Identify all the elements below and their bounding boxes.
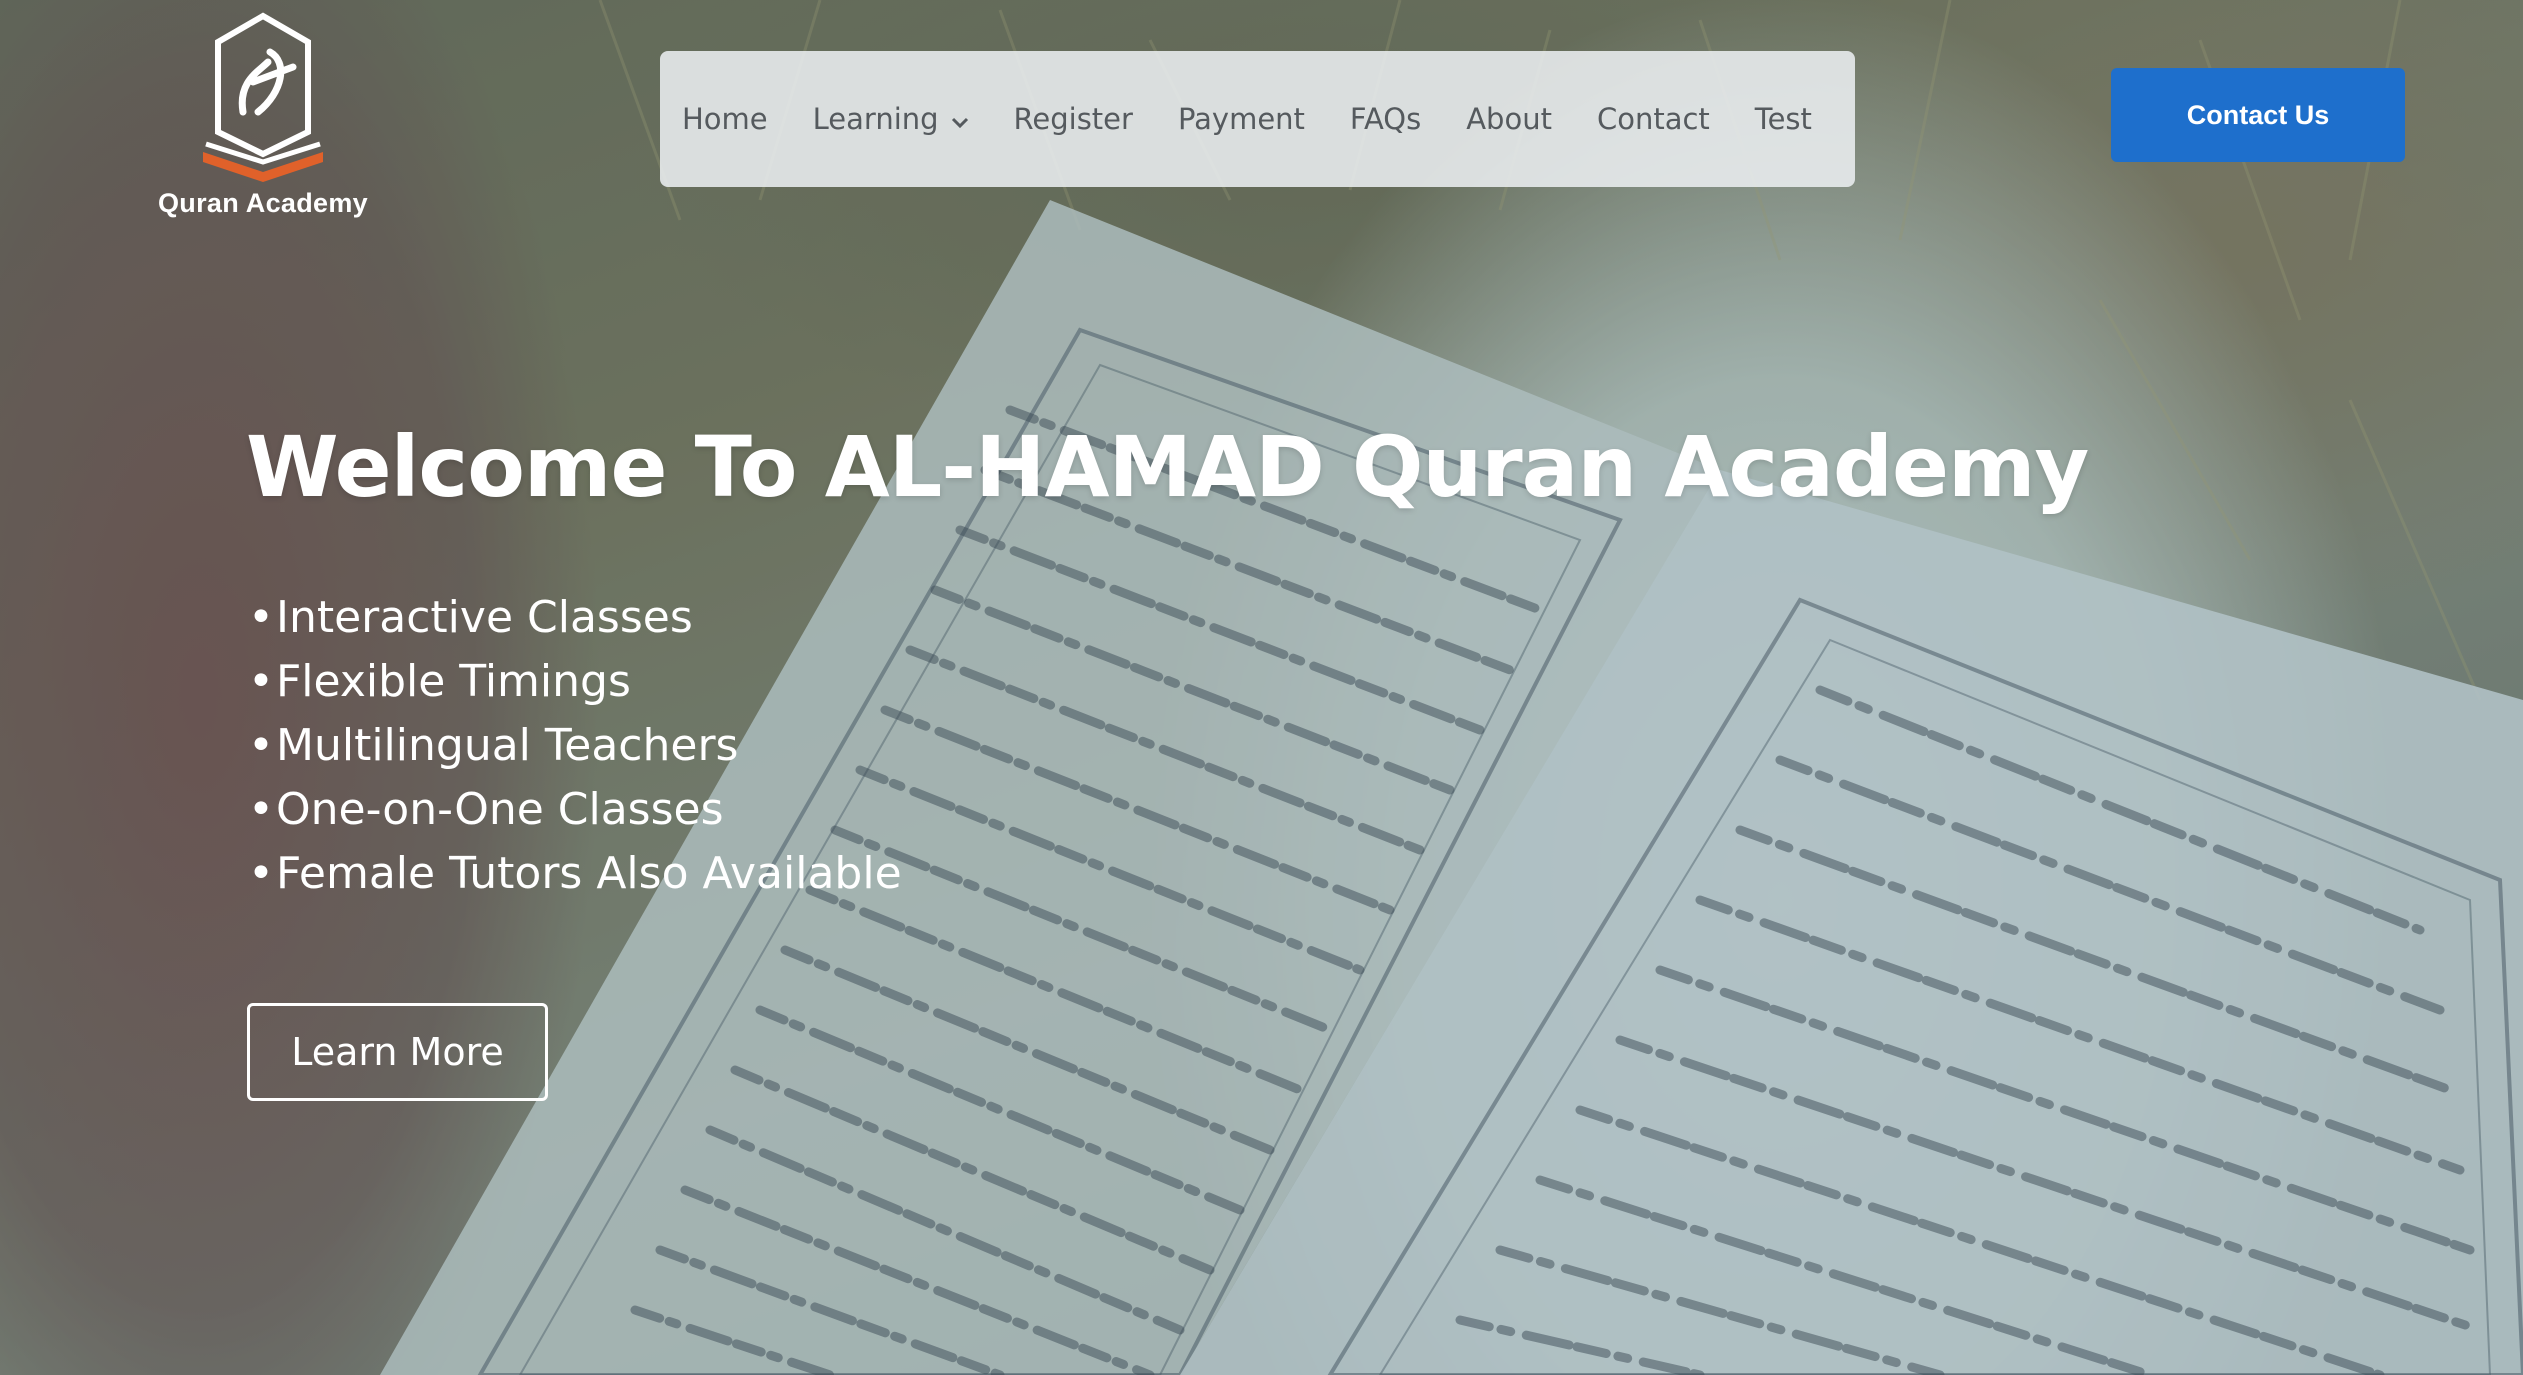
logo-text: Quran Academy (158, 188, 368, 218)
bullet: • (248, 848, 274, 899)
feature-text: One-on-One Classes (276, 784, 724, 835)
nav-label: Payment (1177, 102, 1305, 136)
list-item: •Multilingual Teachers (248, 714, 902, 778)
list-item: •Flexible Timings (248, 650, 902, 714)
nav-item-about[interactable]: About (1466, 102, 1552, 136)
nav-label: FAQs (1349, 102, 1422, 136)
bullet: • (248, 656, 274, 707)
hero-title: Welcome To AL-HAMAD Quran Academy (246, 418, 2089, 516)
nav-item-test[interactable]: Test (1755, 102, 1812, 136)
nav-label: About (1466, 102, 1552, 136)
nav-item-contact[interactable]: Contact (1597, 102, 1710, 136)
nav-label: Test (1754, 102, 1812, 136)
feature-text: Female Tutors Also Available (276, 848, 902, 899)
nav-item-learning[interactable]: Learning (813, 102, 969, 136)
bullet: • (248, 784, 274, 835)
feature-text: Multilingual Teachers (276, 720, 739, 771)
nav-label: Contact (1596, 102, 1710, 136)
contact-us-button[interactable]: Contact Us (2111, 68, 2405, 162)
bullet: • (248, 592, 274, 643)
book-calligraphy-logo-icon (203, 12, 323, 182)
list-item: •Interactive Classes (248, 586, 902, 650)
feature-list: •Interactive Classes •Flexible Timings •… (248, 586, 902, 906)
feature-text: Flexible Timings (276, 656, 631, 707)
nav-item-payment[interactable]: Payment (1178, 102, 1305, 136)
nav-label: Learning (812, 102, 939, 136)
nav-item-home[interactable]: Home (682, 102, 768, 136)
main-navigation: Home Learning Register Payment FAQs Abou… (660, 51, 1855, 187)
nav-item-register[interactable]: Register (1014, 102, 1133, 136)
nav-label: Register (1013, 102, 1133, 136)
feature-text: Interactive Classes (276, 592, 693, 643)
chevron-down-icon (951, 102, 969, 136)
learn-more-button[interactable]: Learn More (247, 1003, 548, 1101)
list-item: •One-on-One Classes (248, 778, 902, 842)
nav-item-faqs[interactable]: FAQs (1350, 102, 1421, 136)
nav-label: Home (682, 102, 768, 136)
brand-logo[interactable]: Quran Academy (148, 12, 378, 227)
list-item: •Female Tutors Also Available (248, 842, 902, 906)
bullet: • (248, 720, 274, 771)
